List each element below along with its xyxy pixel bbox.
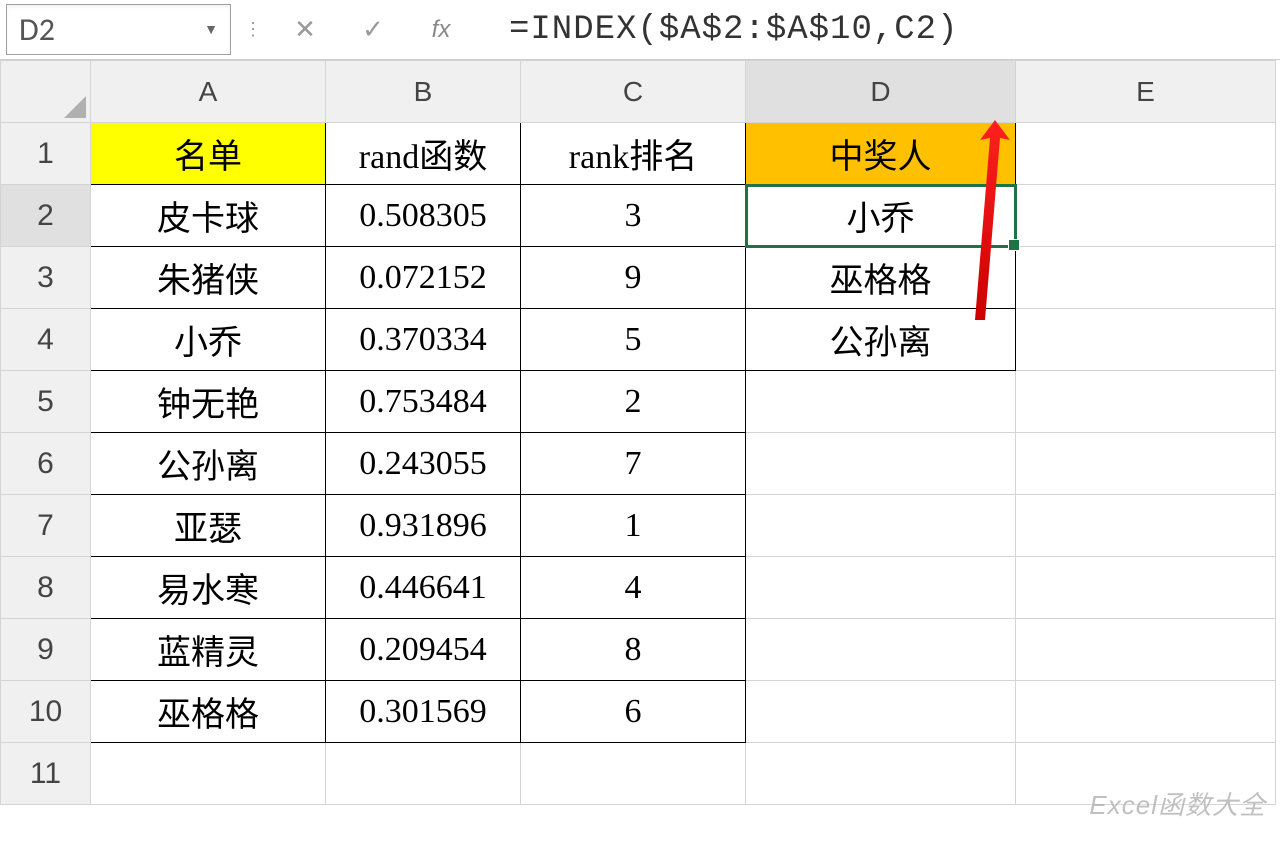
cell-B11[interactable] [326, 743, 521, 805]
cell-A7[interactable]: 亚瑟 [91, 495, 326, 557]
col-header-A[interactable]: A [91, 61, 326, 123]
cell-C11[interactable] [521, 743, 746, 805]
cell-B2[interactable]: 0.508305 [326, 185, 521, 247]
cell-E10[interactable] [1016, 681, 1276, 743]
row-header-3[interactable]: 3 [1, 247, 91, 309]
cell-A1[interactable]: 名单 [91, 123, 326, 185]
cell-C6[interactable]: 7 [521, 433, 746, 495]
cell-A6[interactable]: 公孙离 [91, 433, 326, 495]
cell-A11[interactable] [91, 743, 326, 805]
cell-B9[interactable]: 0.209454 [326, 619, 521, 681]
cell-C10[interactable]: 6 [521, 681, 746, 743]
cell-A5[interactable]: 钟无艳 [91, 371, 326, 433]
cell-A8[interactable]: 易水寒 [91, 557, 326, 619]
enter-icon[interactable]: ✓ [343, 4, 403, 55]
cell-B6[interactable]: 0.243055 [326, 433, 521, 495]
cell-D4[interactable]: 公孙离 [746, 309, 1016, 371]
separator-icon: ⋮ [239, 4, 267, 55]
cell-B1[interactable]: rand函数 [326, 123, 521, 185]
row-header-2[interactable]: 2 [1, 185, 91, 247]
cell-D7[interactable] [746, 495, 1016, 557]
row-header-11[interactable]: 11 [1, 743, 91, 805]
cell-C1[interactable]: rank排名 [521, 123, 746, 185]
cell-E6[interactable] [1016, 433, 1276, 495]
cell-C8[interactable]: 4 [521, 557, 746, 619]
cell-D3[interactable]: 巫格格 [746, 247, 1016, 309]
cell-A10[interactable]: 巫格格 [91, 681, 326, 743]
cell-E7[interactable] [1016, 495, 1276, 557]
cell-D11[interactable] [746, 743, 1016, 805]
cell-D1[interactable]: 中奖人 [746, 123, 1016, 185]
cell-A3[interactable]: 朱猪侠 [91, 247, 326, 309]
col-header-D[interactable]: D [746, 61, 1016, 123]
cell-C2[interactable]: 3 [521, 185, 746, 247]
cell-B3[interactable]: 0.072152 [326, 247, 521, 309]
cell-A2[interactable]: 皮卡球 [91, 185, 326, 247]
row-header-7[interactable]: 7 [1, 495, 91, 557]
row-header-9[interactable]: 9 [1, 619, 91, 681]
cell-C7[interactable]: 1 [521, 495, 746, 557]
spreadsheet-grid[interactable]: A B C D E 1 名单 rand函数 rank排名 中奖人 2 皮卡球 0… [0, 60, 1280, 805]
cancel-icon[interactable]: ✕ [275, 4, 335, 55]
cell-E8[interactable] [1016, 557, 1276, 619]
name-box[interactable]: D2 ▼ [6, 4, 231, 55]
row-header-1[interactable]: 1 [1, 123, 91, 185]
row-header-8[interactable]: 8 [1, 557, 91, 619]
cell-D2[interactable]: 小乔 [746, 185, 1016, 247]
chevron-down-icon[interactable]: ▼ [196, 21, 218, 38]
cell-D9[interactable] [746, 619, 1016, 681]
cell-C3[interactable]: 9 [521, 247, 746, 309]
cell-E9[interactable] [1016, 619, 1276, 681]
formula-bar: D2 ▼ ⋮ ✕ ✓ fx =INDEX($A$2:$A$10,C2) [0, 0, 1280, 60]
name-box-value: D2 [19, 10, 196, 49]
cell-E4[interactable] [1016, 309, 1276, 371]
cell-E1[interactable] [1016, 123, 1276, 185]
cell-C5[interactable]: 2 [521, 371, 746, 433]
cell-A4[interactable]: 小乔 [91, 309, 326, 371]
cell-B10[interactable]: 0.301569 [326, 681, 521, 743]
watermark: Excel函数大全 [1089, 785, 1266, 822]
col-header-E[interactable]: E [1016, 61, 1276, 123]
cell-B4[interactable]: 0.370334 [326, 309, 521, 371]
cell-E5[interactable] [1016, 371, 1276, 433]
row-header-4[interactable]: 4 [1, 309, 91, 371]
cell-B8[interactable]: 0.446641 [326, 557, 521, 619]
col-header-C[interactable]: C [521, 61, 746, 123]
cell-D6[interactable] [746, 433, 1016, 495]
cell-E3[interactable] [1016, 247, 1276, 309]
cell-D10[interactable] [746, 681, 1016, 743]
row-header-5[interactable]: 5 [1, 371, 91, 433]
cell-B5[interactable]: 0.753484 [326, 371, 521, 433]
row-header-6[interactable]: 6 [1, 433, 91, 495]
cell-C9[interactable]: 8 [521, 619, 746, 681]
cell-E2[interactable] [1016, 185, 1276, 247]
formula-input[interactable]: =INDEX($A$2:$A$10,C2) [479, 4, 1274, 55]
cell-A9[interactable]: 蓝精灵 [91, 619, 326, 681]
cell-C4[interactable]: 5 [521, 309, 746, 371]
cell-D8[interactable] [746, 557, 1016, 619]
fx-icon[interactable]: fx [411, 4, 471, 55]
row-header-10[interactable]: 10 [1, 681, 91, 743]
cell-D5[interactable] [746, 371, 1016, 433]
cell-B7[interactable]: 0.931896 [326, 495, 521, 557]
col-header-B[interactable]: B [326, 61, 521, 123]
select-all-corner[interactable] [1, 61, 91, 123]
